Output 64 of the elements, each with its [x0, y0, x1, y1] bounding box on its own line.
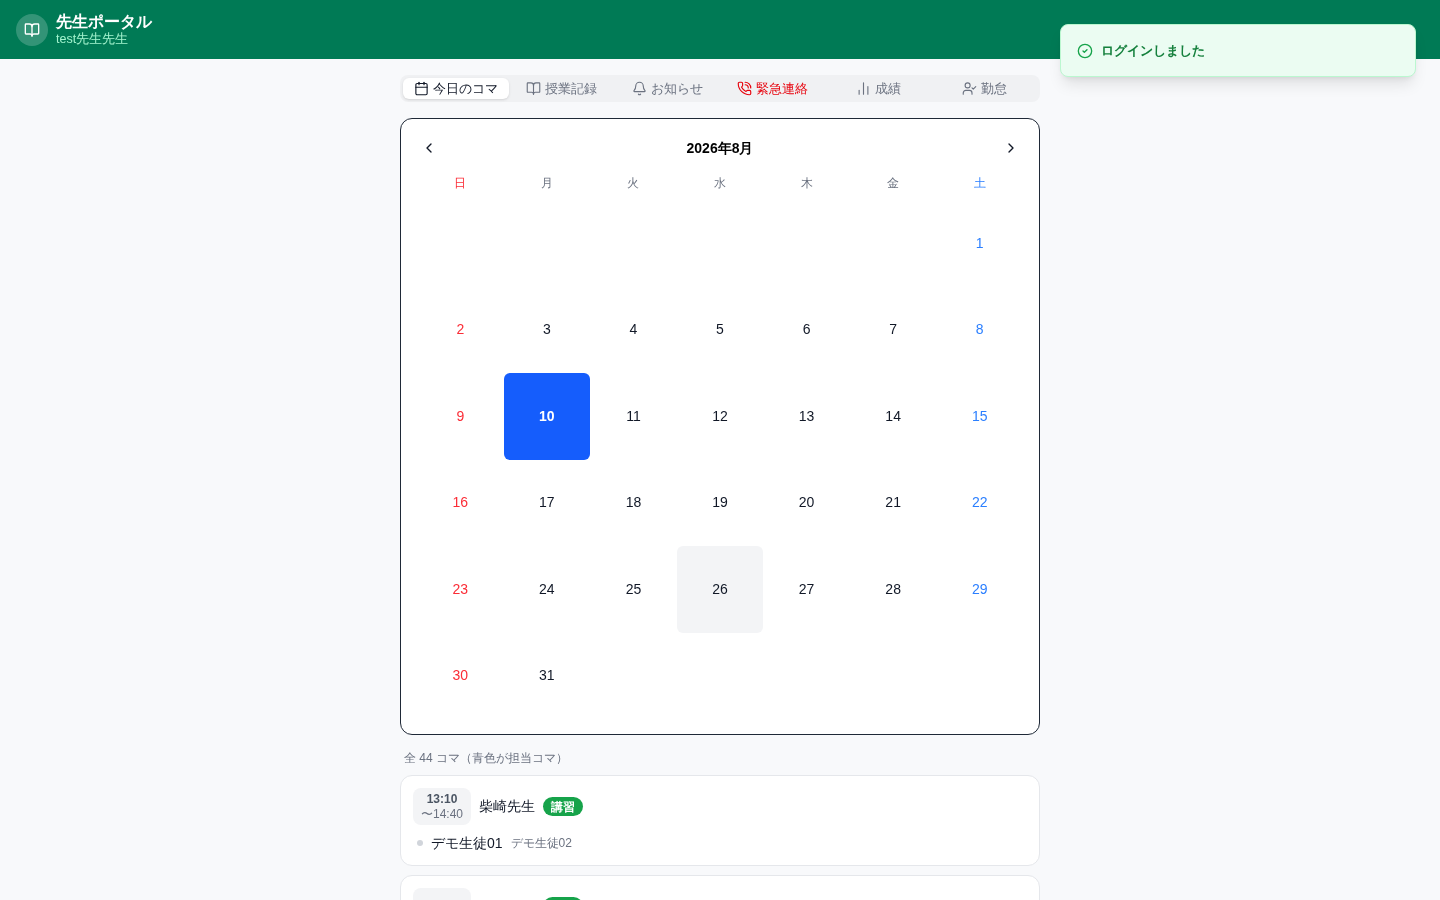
calendar-day[interactable]: 11: [590, 373, 677, 460]
tab[interactable]: 緊急連絡: [720, 78, 826, 99]
calendar-day[interactable]: 4: [590, 286, 677, 373]
calendar-day[interactable]: 6: [763, 286, 850, 373]
end-time: 〜14:40: [421, 807, 463, 822]
teacher-name: 柴崎先生: [479, 797, 535, 816]
session-card[interactable]: 13:10 〜14:40 柴崎先生 講習 デモ生徒01 デモ生徒02: [400, 775, 1040, 866]
calendar-day[interactable]: 26: [676, 546, 764, 633]
tab[interactable]: 勤怠: [931, 78, 1038, 99]
calendar-day[interactable]: 2: [417, 286, 504, 373]
calendar-day[interactable]: 24: [503, 546, 591, 633]
start-time: 13:10: [426, 792, 458, 807]
tab[interactable]: お知らせ: [614, 78, 720, 99]
calendar-day[interactable]: 16: [417, 459, 504, 546]
calendar-day[interactable]: 23: [417, 546, 504, 633]
toast-message: ログインしました: [1101, 41, 1205, 60]
weekday-label: 水: [714, 175, 726, 192]
weekday-label: 火: [627, 175, 640, 192]
calendar-day[interactable]: 20: [763, 459, 850, 546]
calendar-day[interactable]: 7: [849, 286, 937, 373]
check-circle-icon: [1077, 42, 1093, 59]
calendar-day[interactable]: 3: [503, 286, 591, 373]
calendar-day[interactable]: 27: [763, 546, 850, 633]
calendar-day[interactable]: 5: [676, 286, 764, 373]
calendar-day[interactable]: 12: [676, 373, 764, 460]
calendar-icon: [413, 81, 429, 96]
calendar-day[interactable]: 13: [763, 373, 850, 460]
calendar-day[interactable]: 19: [676, 459, 764, 546]
calendar-day[interactable]: 18: [590, 459, 677, 546]
phone-icon: [737, 81, 753, 96]
student-name: デモ生徒02: [510, 835, 572, 852]
weekday-label: 月: [540, 175, 553, 192]
calendar-day[interactable]: 25: [590, 546, 677, 633]
calendar-day[interactable]: 22: [936, 459, 1023, 546]
calendar-day[interactable]: 8: [936, 286, 1023, 373]
calendar-day[interactable]: 15: [936, 373, 1023, 460]
calendar-day[interactable]: 21: [849, 459, 937, 546]
calendar-day[interactable]: 28: [849, 546, 937, 633]
tab[interactable]: 授業記録: [508, 78, 615, 99]
student-name: デモ生徒01: [431, 833, 503, 853]
weekday-label: 木: [800, 175, 813, 192]
book-icon: [526, 81, 541, 96]
bell-icon: [631, 81, 647, 96]
calendar-day[interactable]: 30: [417, 632, 504, 719]
tab[interactable]: 今日のコマ: [403, 78, 509, 99]
user-name: test先生先生: [56, 31, 130, 48]
user-check-icon: [961, 81, 977, 96]
calendar-day[interactable]: 17: [503, 459, 591, 546]
bar-chart-icon: [856, 81, 871, 96]
weekday-label: 金: [887, 175, 900, 192]
calendar-day[interactable]: 10: [503, 373, 591, 460]
calendar-day[interactable]: 1: [936, 200, 1023, 287]
app-title: 先生ポータル: [56, 11, 152, 32]
weekday-label: 土: [973, 175, 986, 192]
month-title: 2026年8月: [686, 138, 754, 158]
calendar-day[interactable]: 14: [849, 373, 937, 460]
session-summary: 全 44 コマ（青色が担当コマ）: [403, 750, 569, 767]
calendar-day[interactable]: 9: [417, 373, 504, 460]
book-icon: [16, 13, 48, 46]
calendar-day[interactable]: 31: [503, 632, 591, 719]
calendar-day[interactable]: 29: [936, 546, 1023, 633]
session-type-badge: 講習: [543, 797, 583, 816]
weekday-label: 日: [454, 175, 467, 192]
tab[interactable]: 成績: [825, 78, 932, 99]
